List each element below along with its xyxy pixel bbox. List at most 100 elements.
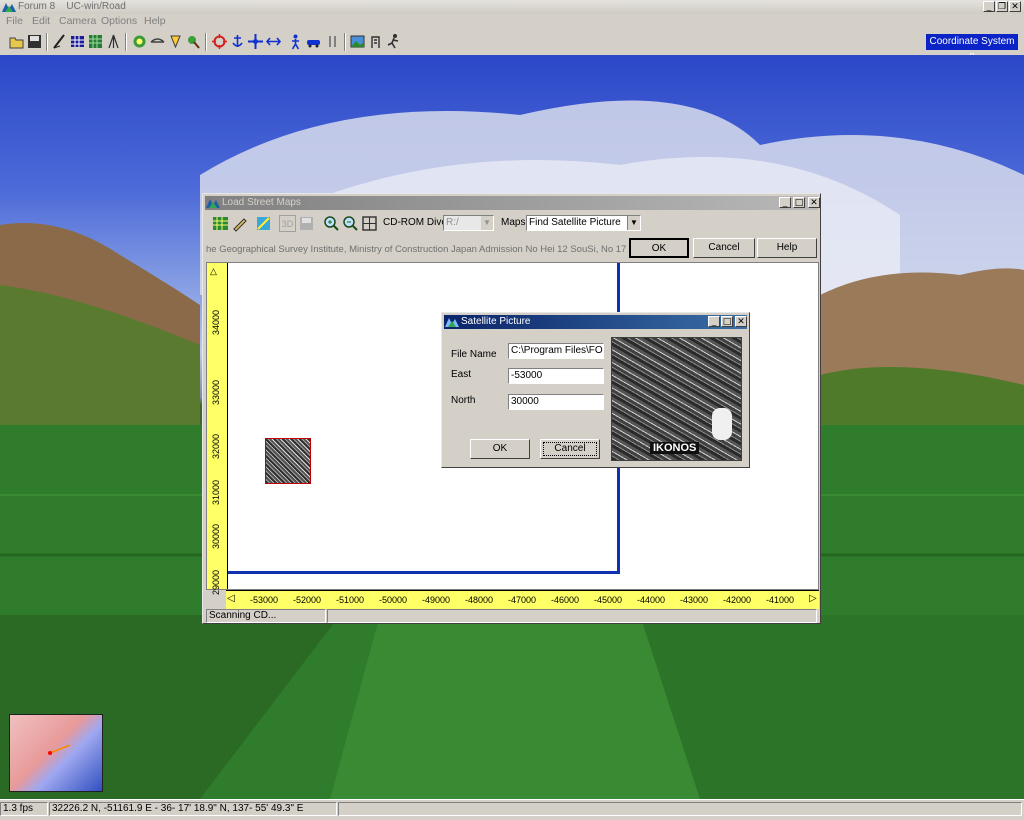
satellite-thumbnail[interactable] (265, 438, 311, 484)
street-maps-title: Load Street Maps (222, 197, 301, 208)
restore-button[interactable]: ❐ (996, 1, 1008, 12)
app-title-bar: Forum 8 UC-win/Road _ ❐ ✕ (0, 0, 1024, 14)
pause-icon[interactable] (324, 33, 341, 50)
ruler-right-arrow-icon[interactable]: ▷ (809, 593, 817, 604)
menu-bar: File Edit Camera Options Help (0, 14, 1024, 29)
north-label: North (451, 395, 476, 406)
file-name-input[interactable]: C:\Program Files\FORU (508, 343, 604, 359)
satellite-cancel-button[interactable]: Cancel (540, 439, 600, 459)
car-icon[interactable] (305, 33, 322, 50)
main-toolbar: Coordinate System 8 (0, 29, 1024, 63)
map-grid-icon[interactable] (212, 215, 229, 232)
save-disabled-icon[interactable] (298, 215, 315, 232)
satellite-minimize-button[interactable]: _ (708, 316, 720, 327)
street-maps-ok-button[interactable]: OK (629, 238, 689, 258)
coordinate-readout: 32226.2 N, -51161.9 E - 36- 17' 18.9" N,… (49, 802, 337, 816)
status-bar: 1.3 fps 32226.2 N, -51161.9 E - 36- 17' … (0, 799, 1024, 820)
walk-icon[interactable] (287, 33, 304, 50)
grid-icon[interactable] (69, 33, 86, 50)
zoom-in-icon[interactable] (323, 215, 340, 232)
light-icon[interactable] (167, 33, 184, 50)
preview-bright-area (712, 408, 732, 440)
picture-icon[interactable] (349, 33, 366, 50)
menu-help[interactable]: Help (144, 15, 166, 27)
x-tick: -50000 (379, 595, 408, 605)
app-title: Forum 8 UC-win/Road (18, 1, 126, 12)
east-label: East (451, 369, 472, 380)
x-tick: -49000 (422, 595, 451, 605)
satellite-close-button[interactable]: ✕ (735, 316, 747, 327)
x-tick: -48000 (465, 595, 494, 605)
pan-icon[interactable] (265, 33, 282, 50)
pencil-icon[interactable] (231, 215, 248, 232)
building-icon[interactable] (367, 33, 384, 50)
y-tick: 32000 (211, 433, 221, 459)
satellite-preview-image: IKONOS (611, 337, 742, 461)
map-boundary-bottom (228, 571, 619, 574)
open-icon[interactable] (8, 33, 25, 50)
street-maps-title-bar: Load Street Maps _ □ ✕ (205, 196, 820, 210)
menu-options[interactable]: Options (101, 15, 137, 27)
east-input[interactable]: -53000 (508, 368, 604, 384)
street-maps-cancel-button[interactable]: Cancel (693, 238, 755, 258)
satellite-ok-button[interactable]: OK (470, 439, 530, 459)
maps-select[interactable]: Find Satellite Picture ▼ (526, 215, 641, 231)
north-input[interactable]: 30000 (508, 394, 604, 410)
bridge-icon[interactable] (149, 33, 166, 50)
menu-camera[interactable]: Camera (59, 15, 96, 27)
menu-edit[interactable]: Edit (32, 15, 50, 27)
move-icon[interactable] (247, 33, 264, 50)
coordinate-system-button[interactable]: Coordinate System 8 (926, 34, 1018, 63)
maps-select-value: Find Satellite Picture (529, 217, 621, 228)
zoom-extent-icon[interactable] (361, 215, 378, 232)
street-maps-status: Scanning CD... (206, 609, 326, 623)
plant-icon[interactable] (185, 33, 202, 50)
street-maps-close-button[interactable]: ✕ (808, 197, 820, 208)
minimap[interactable] (9, 714, 103, 792)
satellite-title: Satellite Picture (461, 316, 531, 327)
view-icon[interactable] (131, 33, 148, 50)
terrain-icon[interactable] (87, 33, 104, 50)
y-tick: 30000 (211, 523, 221, 549)
minimap-marker (48, 744, 71, 755)
3d-button[interactable]: 3D (279, 215, 296, 232)
fps-readout: 1.3 fps (0, 802, 48, 816)
close-button[interactable]: ✕ (1009, 1, 1021, 12)
satellite-maximize-button[interactable]: □ (721, 316, 733, 327)
menu-file[interactable]: File (6, 15, 23, 27)
y-tick: 33000 (211, 379, 221, 405)
street-maps-status-extra (327, 609, 817, 623)
forum8-logo-icon (445, 318, 459, 327)
y-tick: 31000 (211, 479, 221, 505)
satellite-icon[interactable] (255, 215, 272, 232)
tree-icon[interactable] (105, 33, 122, 50)
toolbar-separator (205, 33, 207, 51)
street-maps-maximize-button[interactable]: □ (793, 197, 805, 208)
x-tick: -51000 (336, 595, 365, 605)
street-maps-minimize-button[interactable]: _ (779, 197, 791, 208)
anchor-icon[interactable] (229, 33, 246, 50)
street-maps-help-button[interactable]: Help (757, 238, 817, 258)
x-tick: -44000 (637, 595, 666, 605)
cdrom-drive-value: R:/ (446, 217, 459, 228)
chevron-down-icon[interactable]: ▼ (481, 216, 493, 230)
x-tick: -42000 (723, 595, 752, 605)
rotate-icon[interactable] (211, 33, 228, 50)
forum8-logo-icon (2, 3, 16, 12)
run-icon[interactable] (385, 33, 402, 50)
x-tick: -53000 (250, 595, 279, 605)
zoom-out-icon[interactable] (342, 215, 359, 232)
save-icon[interactable] (26, 33, 43, 50)
toolbar-separator (344, 33, 346, 51)
forum8-logo-icon (206, 199, 220, 208)
minimize-button[interactable]: _ (983, 1, 995, 12)
ikonos-logo: IKONOS (650, 442, 700, 454)
ruler-left-arrow-icon[interactable]: ◁ (227, 593, 235, 604)
chevron-down-icon[interactable]: ▼ (627, 216, 640, 230)
road-icon[interactable] (51, 33, 68, 50)
y-tick: 29000 (211, 569, 221, 595)
ruler-top-arrow-icon[interactable]: △ (210, 266, 217, 277)
cdrom-drive-select[interactable]: R:/ ▼ (443, 215, 494, 231)
y-tick: 34000 (211, 309, 221, 335)
copyright-text: he Geographical Survey Institute, Minist… (206, 244, 626, 255)
